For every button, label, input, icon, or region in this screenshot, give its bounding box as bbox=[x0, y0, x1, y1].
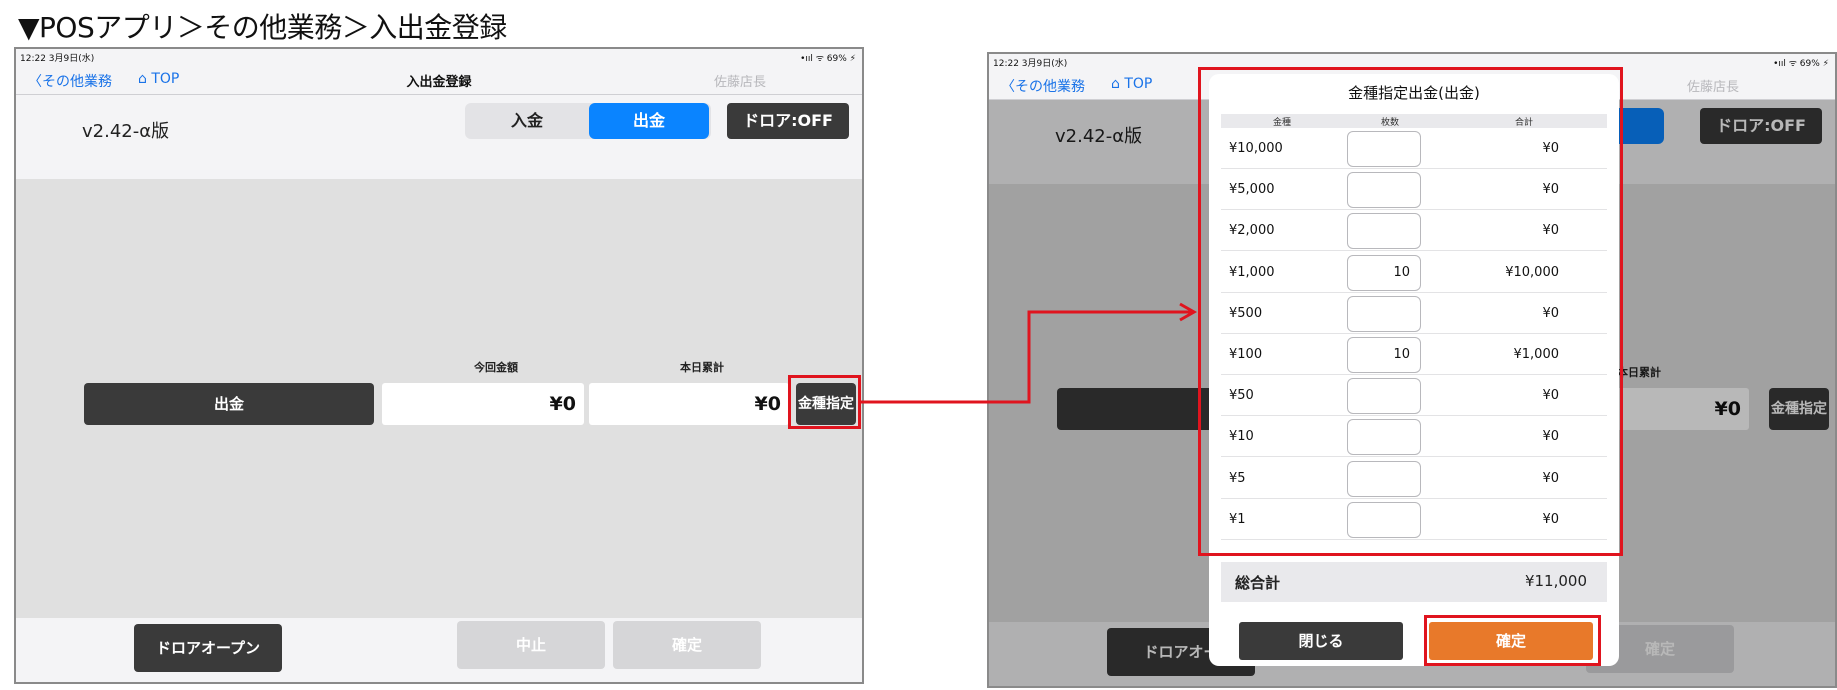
connector-arrow bbox=[861, 302, 1198, 404]
